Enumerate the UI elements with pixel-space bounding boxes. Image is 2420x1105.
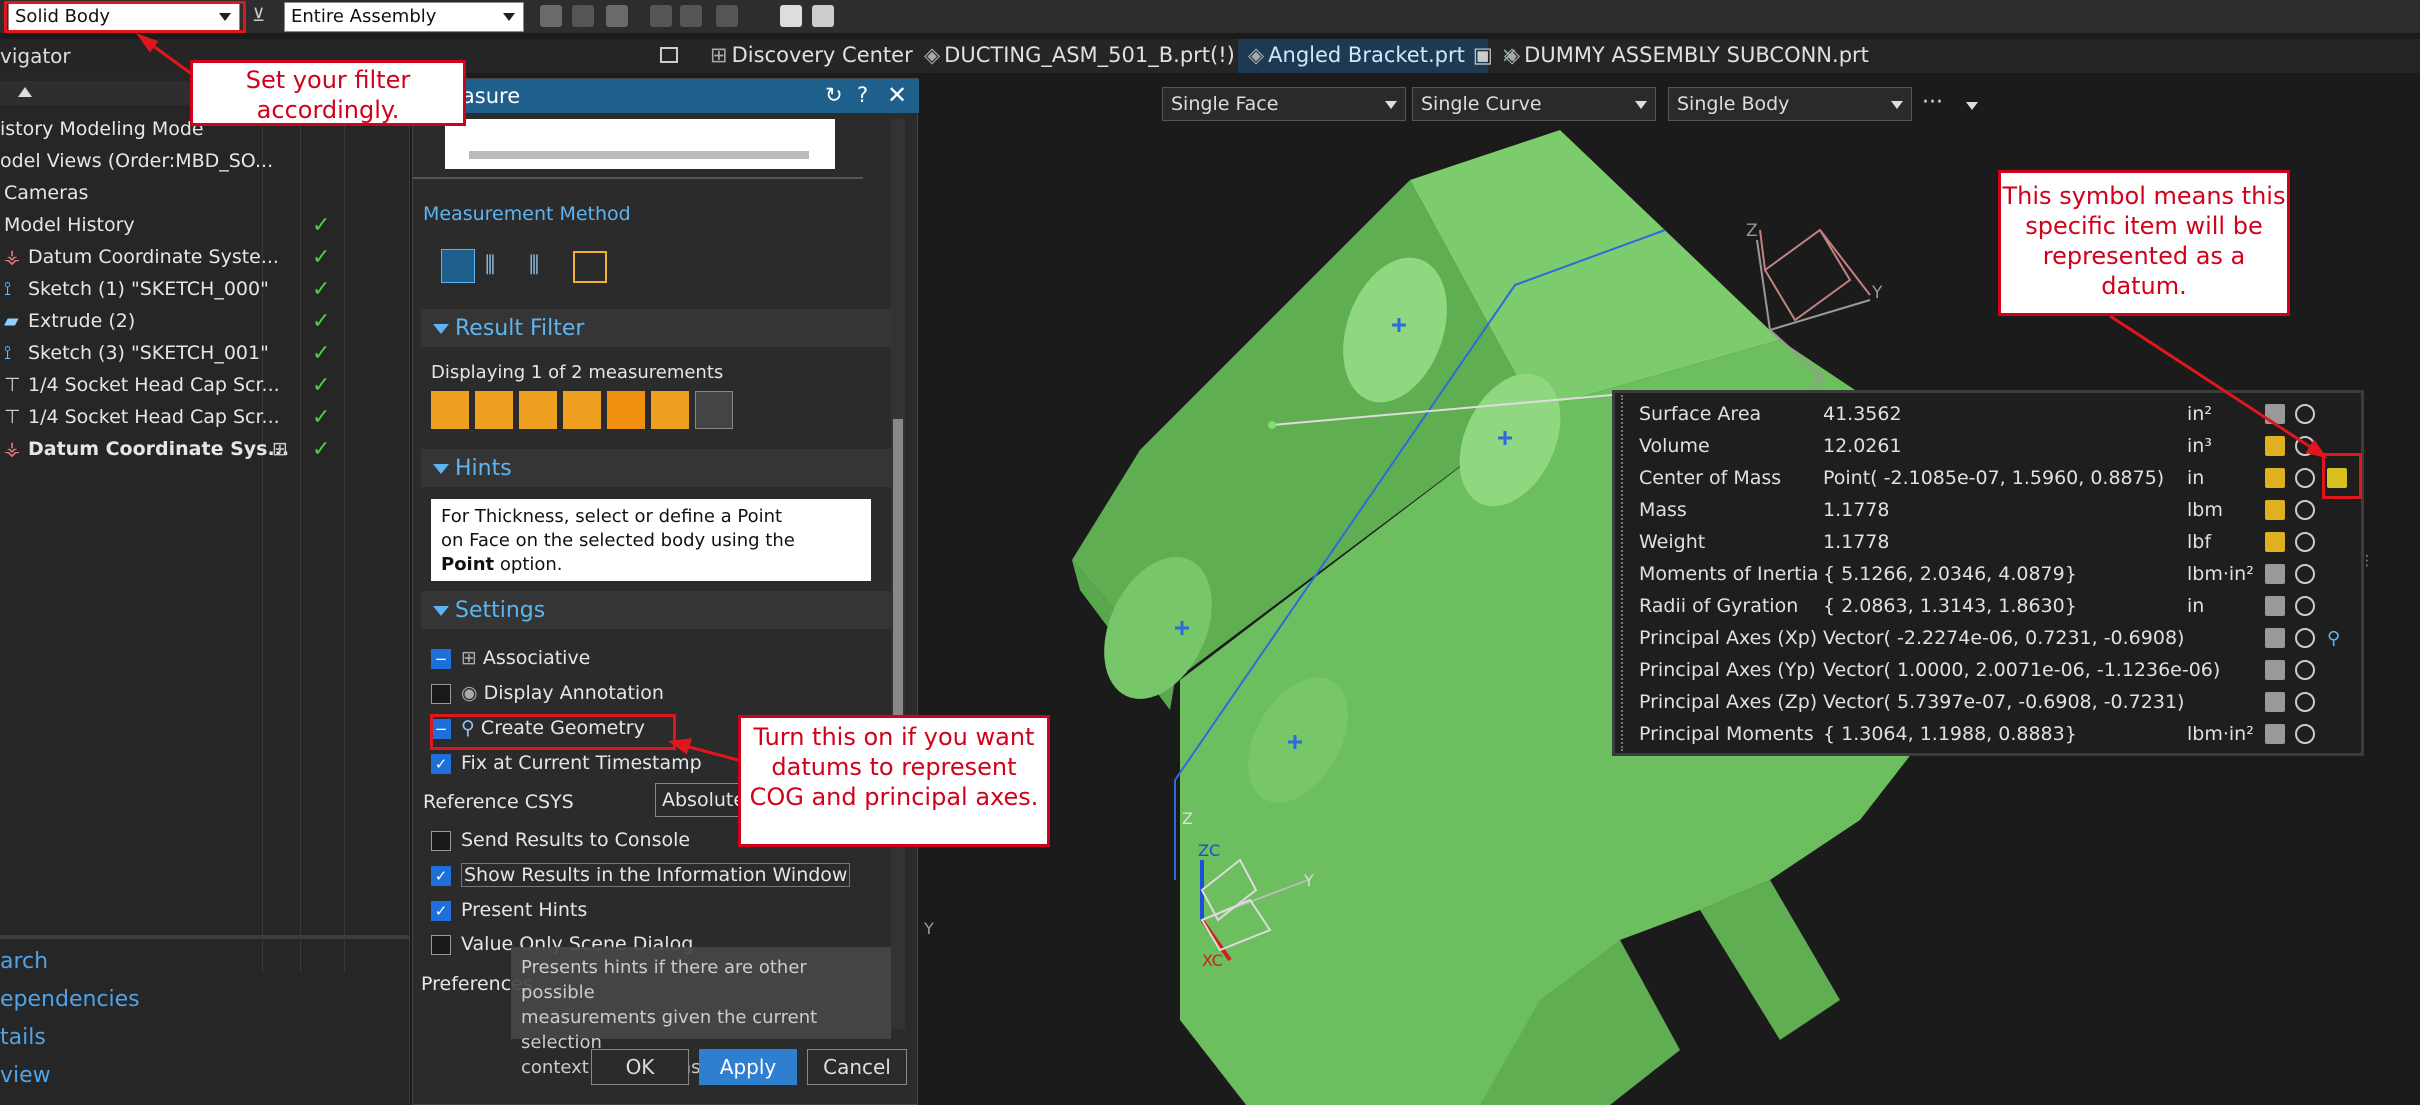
callout-arrows <box>135 32 2328 762</box>
create-geometry-highlight <box>430 714 676 750</box>
datum-symbol-highlight <box>2322 453 2362 499</box>
callout-filter: Set your filter accordingly. <box>190 60 466 126</box>
callout-geometry: Turn this on if you want datums to repre… <box>738 715 1050 847</box>
callout-datum-symbol: This symbol means this specific item wil… <box>1998 170 2290 316</box>
